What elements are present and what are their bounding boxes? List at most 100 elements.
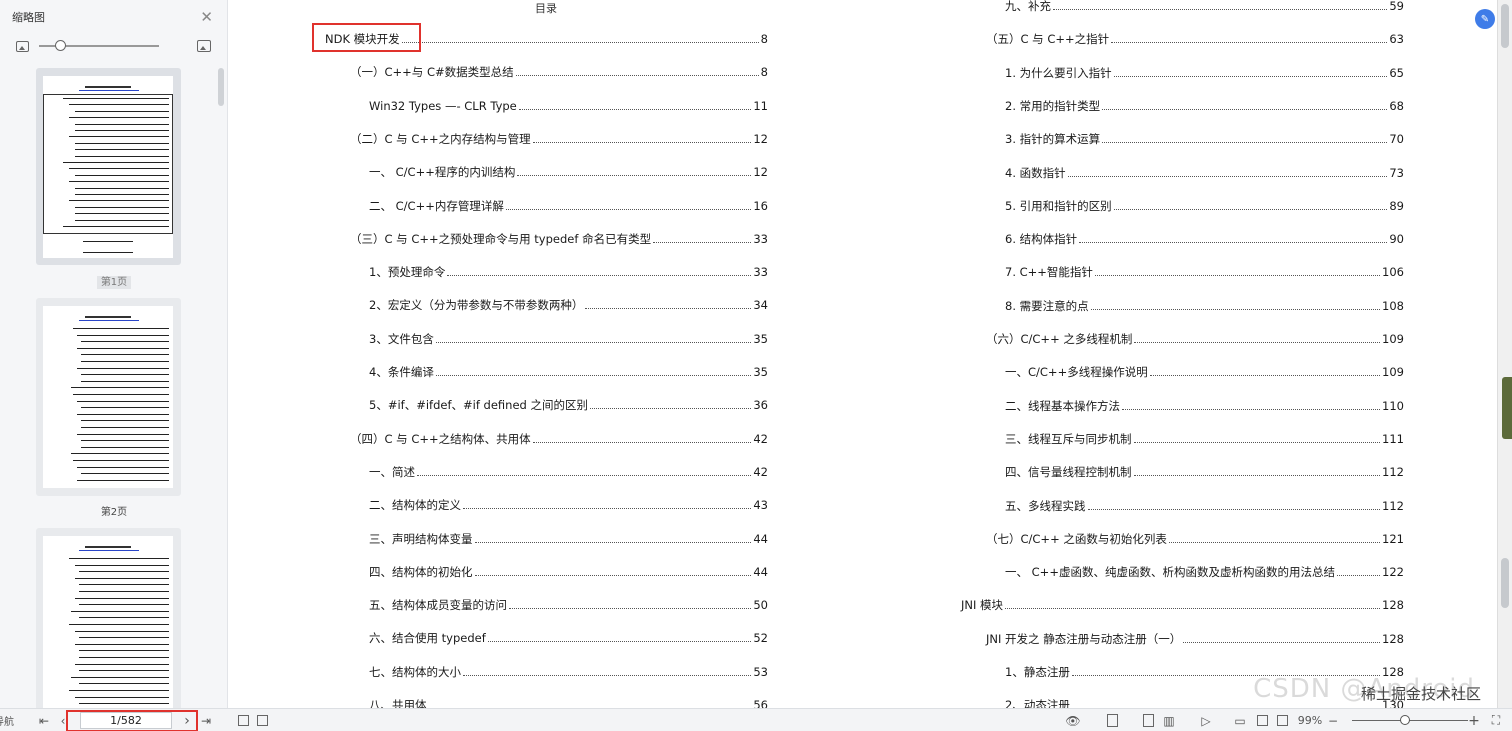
thumbnail-line: [75, 149, 169, 151]
small-image-icon[interactable]: [16, 40, 29, 52]
thumbnail-line: [85, 546, 131, 548]
assistant-icon[interactable]: ✎: [1475, 9, 1495, 29]
toc-entry[interactable]: 四、结构体的初始化 44: [369, 563, 768, 579]
toc-entry[interactable]: 2. 常用的指针类型 68: [1005, 97, 1404, 113]
large-image-icon[interactable]: [197, 40, 211, 52]
toc-entry[interactable]: 一、简述 42: [369, 463, 768, 479]
toc-entry-page: 106: [1382, 265, 1404, 280]
zoom-level[interactable]: 99%: [1293, 712, 1327, 729]
toc-entry-page: 56: [753, 698, 768, 708]
toc-entry[interactable]: 8. 需要注意的点 108: [1005, 297, 1404, 313]
toc-entry[interactable]: 4、条件编译 35: [369, 363, 768, 379]
document-title: 目录: [535, 2, 557, 15]
side-panel-tab[interactable]: [1502, 377, 1512, 439]
toc-entry[interactable]: 3. 指针的算术运算 70: [1005, 130, 1404, 146]
toc-entry-leader: [1113, 208, 1388, 210]
toc-entry[interactable]: 五、多线程实践 112: [1005, 497, 1404, 513]
first-page-icon[interactable]: ⇤: [37, 712, 51, 729]
toc-entry[interactable]: 5. 引用和指针的区别 89: [1005, 197, 1404, 213]
last-page-icon[interactable]: ⇥: [199, 712, 213, 729]
toc-entry-title: 七、结构体的大小: [369, 664, 461, 679]
toc-entry[interactable]: （七）C/C++ 之函数与初始化列表 121: [986, 530, 1404, 546]
scrollbar-thumb[interactable]: [1501, 558, 1509, 608]
thumbnail-line: [75, 564, 169, 566]
thumbnail-line: [85, 316, 131, 318]
two-page-icon[interactable]: ▥: [1160, 712, 1178, 729]
thumbnail-page-image: [43, 306, 173, 488]
play-icon[interactable]: ▷: [1198, 712, 1214, 729]
fit-width-icon[interactable]: ▭: [1232, 712, 1248, 729]
thumbnail-page-3[interactable]: [36, 528, 181, 708]
toc-entry[interactable]: 二、线程基本操作方法 110: [1005, 397, 1404, 413]
nav-label[interactable]: 导航: [0, 712, 16, 729]
thumbnail-line: [79, 670, 169, 672]
toc-entry[interactable]: Win32 Types —- CLR Type 11: [369, 97, 768, 113]
toc-entry[interactable]: 九、补充 59: [1005, 0, 1404, 13]
toc-entry[interactable]: （三）C 与 C++之预处理命令与用 typedef 命名已有类型 33: [350, 230, 768, 246]
vertical-scrollbar[interactable]: [1497, 0, 1512, 708]
thumbnail-line: [85, 86, 131, 88]
toc-entry-title: 三、线程互斥与同步机制: [1005, 431, 1132, 446]
toc-entry[interactable]: 6. 结构体指针 90: [1005, 230, 1404, 246]
thumbnail-size-slider[interactable]: [39, 40, 159, 51]
toc-entry[interactable]: 一、 C++虚函数、纯虚函数、析构函数及虚析构函数的用法总结 122: [1005, 563, 1404, 579]
toc-entry[interactable]: 六、结合使用 typedef 52: [369, 629, 768, 645]
toc-entry[interactable]: 五、结构体成员变量的访问 50: [369, 596, 768, 612]
toc-entry-leader: [1079, 242, 1388, 244]
eye-icon[interactable]: 👁: [1062, 712, 1084, 729]
toc-entry[interactable]: 八、共用体 56: [369, 696, 768, 708]
scrollbar-thumb-top[interactable]: [1501, 4, 1509, 48]
toc-entry[interactable]: 二、结构体的定义 43: [369, 496, 768, 512]
toc-entry-page: 33: [753, 231, 768, 246]
toc-entry-page: 52: [753, 631, 768, 646]
toc-entry[interactable]: 三、线程互斥与同步机制 111: [1005, 430, 1404, 446]
single-page-icon[interactable]: [1104, 712, 1120, 729]
toc-entry[interactable]: 一、C/C++多线程操作说明 109: [1005, 363, 1404, 379]
zoom-slider[interactable]: [1352, 720, 1468, 721]
close-icon[interactable]: ✕: [200, 9, 213, 25]
toc-entry-leader: [1133, 441, 1381, 443]
thumbnail-size-slider-handle[interactable]: [55, 40, 66, 51]
toc-entry[interactable]: 三、声明结构体变量 44: [369, 530, 768, 546]
toc-entry[interactable]: 2、宏定义（分为带参数与不带参数两种） 34: [369, 296, 768, 312]
toc-entry-title: 5、#if、#ifdef、#if defined 之间的区别: [369, 398, 588, 413]
thumbnail-line: [77, 466, 169, 468]
toc-entry[interactable]: （二）C 与 C++之内存结构与管理 12: [350, 130, 768, 146]
back-icon[interactable]: [236, 712, 250, 729]
zoom-out-icon[interactable]: −: [1328, 712, 1338, 729]
document-icon[interactable]: [1140, 712, 1156, 729]
toc-entry[interactable]: 四、信号量线程控制机制 112: [1005, 463, 1404, 479]
toc-entry[interactable]: 3、文件包含 35: [369, 330, 768, 346]
bookmark-icon[interactable]: [1274, 712, 1290, 729]
thumbnail-page-1[interactable]: [36, 68, 181, 265]
toc-entry[interactable]: 5、#if、#ifdef、#if defined 之间的区别 36: [369, 396, 768, 412]
toc-entry[interactable]: 七、结构体的大小 53: [369, 663, 768, 679]
toc-entry[interactable]: （一）C++与 C#数据类型总结 8: [350, 63, 768, 79]
toc-entry[interactable]: JNI 模块 128: [961, 596, 1404, 612]
toc-entry[interactable]: （五）C 与 C++之指针 63: [986, 30, 1404, 46]
thumbnail-page-image: [43, 76, 173, 258]
toc-entry[interactable]: 二、 C/C++内存管理详解 16: [369, 197, 768, 213]
toc-entry[interactable]: 1. 为什么要引入指针 65: [1005, 64, 1404, 80]
toc-entry-title: 一、简述: [369, 464, 415, 479]
zoom-slider-handle[interactable]: [1400, 715, 1410, 725]
thumbnail-scrollbar[interactable]: [218, 68, 224, 106]
fullscreen-icon[interactable]: ⛶: [1488, 712, 1504, 729]
toc-entry[interactable]: JNI 开发之 静态注册与动态注册（一） 128: [986, 630, 1404, 646]
toc-entry[interactable]: （四）C 与 C++之结构体、共用体 42: [350, 430, 768, 446]
thumbnail-page-2[interactable]: [36, 298, 181, 496]
document-view[interactable]: 目录 NDK 模块开发 8 （一）C++与 C#数据类型总结 8 Win32 Types…: [229, 0, 1497, 708]
toc-entry[interactable]: （六）C/C++ 之多线程机制 109: [986, 330, 1404, 346]
zoom-in-icon[interactable]: +: [1468, 712, 1480, 729]
fit-page-icon[interactable]: [1254, 712, 1270, 729]
toc-entry[interactable]: 4. 函数指针 73: [1005, 164, 1404, 180]
toc-entry[interactable]: 7. C++智能指针 106: [1005, 263, 1404, 279]
forward-icon[interactable]: [255, 712, 269, 729]
toc-entry-leader: [505, 208, 752, 210]
thumbnail-line: [79, 571, 169, 573]
toc-entry[interactable]: 1、预处理命令 33: [369, 263, 768, 279]
thumbnail-line: [73, 328, 169, 329]
thumbnail-line: [77, 413, 169, 415]
toc-entry-leader: [1102, 108, 1388, 110]
toc-entry[interactable]: 一、 C/C++程序的内训结构 12: [369, 163, 768, 179]
